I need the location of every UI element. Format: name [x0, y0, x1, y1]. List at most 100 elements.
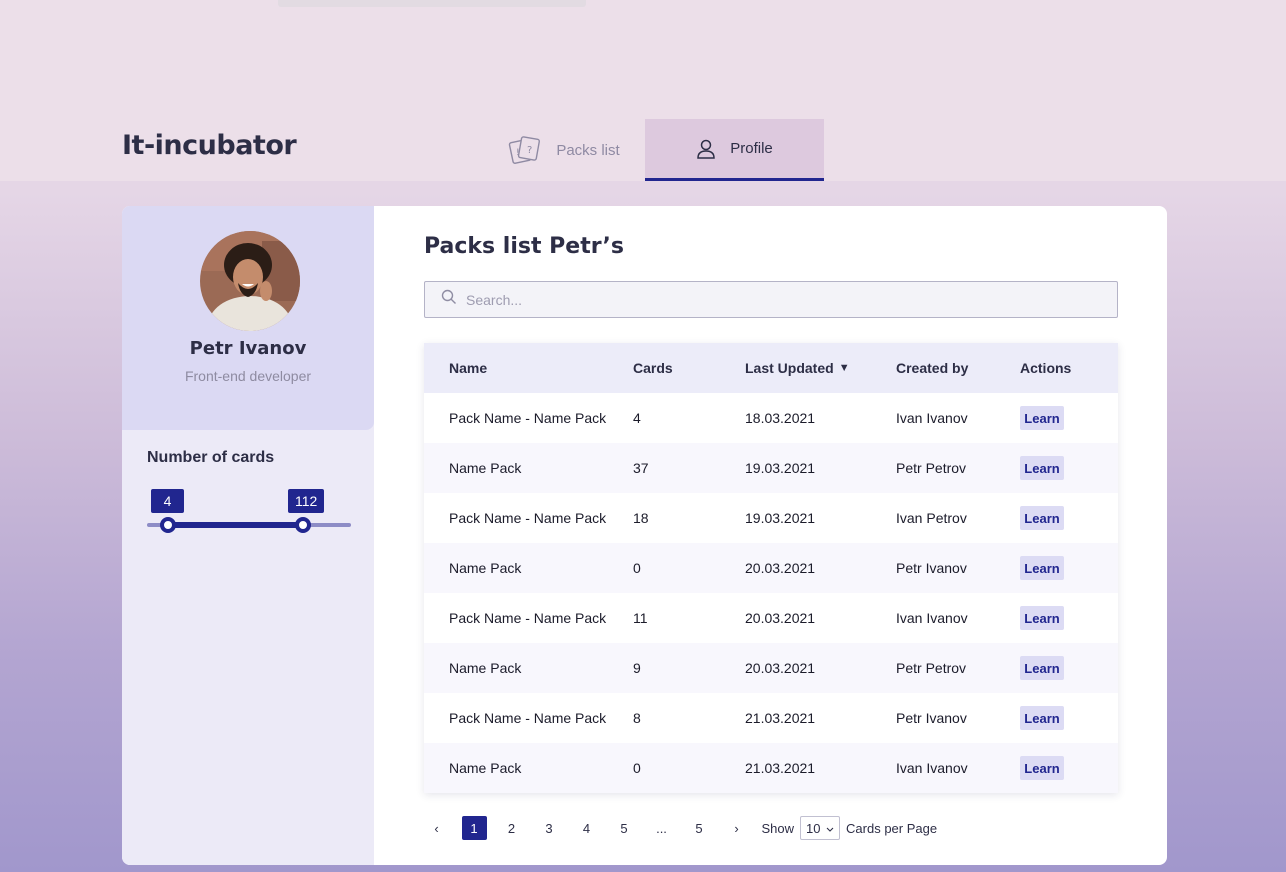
slider-min-value: 4 [151, 489, 184, 513]
header-created-by[interactable]: Created by [896, 360, 1020, 376]
cell-created-by: Petr Petrov [896, 660, 967, 676]
page-ellipsis: ... [656, 820, 667, 836]
cell-cards: 8 [633, 710, 641, 726]
slider-fill [168, 522, 303, 528]
learn-button[interactable]: Learn [1020, 506, 1064, 530]
per-page-label: Cards per Page [846, 820, 938, 836]
cell-cards: 0 [633, 560, 641, 576]
header-last-updated[interactable]: Last Updated ▼ [745, 360, 896, 376]
svg-text:?: ? [527, 145, 532, 156]
svg-text:!: ! [516, 148, 520, 158]
header-name[interactable]: Name [424, 360, 633, 376]
learn-button[interactable]: Learn [1020, 706, 1064, 730]
table-row: Pack Name - Name Pack 8 21.03.2021 Petr … [424, 693, 1118, 743]
profile-box: Petr Ivanov Front-end developer [122, 206, 374, 430]
profile-name: Petr Ivanov [189, 338, 307, 359]
cell-name: Pack Name - Name Pack [449, 510, 607, 526]
cell-cards: 37 [633, 460, 649, 476]
slider-max-value: 112 [288, 489, 325, 513]
cell-cards: 4 [633, 410, 641, 426]
main-panel: Packs list Petr’s Name Cards Last Update… [374, 206, 1167, 865]
tab-profile[interactable]: Profile [645, 119, 824, 181]
cards-range-slider[interactable]: 4 112 [147, 486, 351, 536]
cell-name: Name Pack [449, 560, 522, 576]
pagination: ‹ 1 2 3 4 5 ... 5 › Show 10 Cards per Pa… [424, 816, 937, 840]
sort-down-icon[interactable]: ▼ [839, 362, 850, 374]
learn-button[interactable]: Learn [1020, 606, 1064, 630]
top-strip [278, 0, 586, 7]
page-button-5[interactable]: 5 [612, 816, 637, 840]
user-icon [696, 138, 716, 160]
table-row: Pack Name - Name Pack 11 20.03.2021 Ivan… [424, 593, 1118, 643]
table-row: Name Pack 37 19.03.2021 Petr Petrov Lear… [424, 443, 1118, 493]
sidebar: Petr Ivanov Front-end developer Number o… [122, 206, 374, 865]
header-cards[interactable]: Cards [633, 360, 745, 376]
cell-updated: 20.03.2021 [745, 660, 816, 676]
tab-packs-list[interactable]: ? ! Packs list [485, 119, 643, 181]
per-page-value: 10 [806, 820, 821, 836]
table-row: Name Pack 0 21.03.2021 Ivan Ivanov Learn [424, 743, 1118, 793]
cell-updated: 20.03.2021 [745, 610, 816, 626]
cell-name: Pack Name - Name Pack [449, 410, 607, 426]
cell-updated: 19.03.2021 [745, 460, 816, 476]
chevron-down-icon [826, 821, 834, 836]
cell-created-by: Ivan Petrov [896, 510, 967, 526]
cell-name: Name Pack [449, 460, 522, 476]
learn-button[interactable]: Learn [1020, 456, 1064, 480]
show-label: Show [761, 820, 795, 836]
profile-role: Front-end developer [184, 368, 312, 384]
cell-updated: 19.03.2021 [745, 510, 816, 526]
table-row: Name Pack 9 20.03.2021 Petr Petrov Learn [424, 643, 1118, 693]
cell-name: Name Pack [449, 760, 522, 776]
page-button-3[interactable]: 3 [537, 816, 562, 840]
slider-min-handle[interactable] [160, 517, 176, 533]
page-title: Packs list Petr’s [424, 234, 624, 259]
cards-icon: ? ! [508, 136, 542, 164]
cell-updated: 21.03.2021 [745, 710, 816, 726]
cell-name: Name Pack [449, 660, 522, 676]
learn-button[interactable]: Learn [1020, 656, 1064, 680]
learn-button[interactable]: Learn [1020, 406, 1064, 430]
header-last-updated-label: Last Updated [745, 360, 834, 376]
cell-cards: 11 [633, 610, 648, 626]
page-button-1[interactable]: 1 [461, 816, 487, 840]
cell-updated: 18.03.2021 [745, 410, 816, 426]
table-row: Name Pack 0 20.03.2021 Petr Ivanov Learn [424, 543, 1118, 593]
header-actions: Actions [1020, 360, 1072, 376]
cell-name: Pack Name - Name Pack [449, 610, 607, 626]
search-box[interactable] [424, 281, 1118, 318]
avatar [200, 231, 300, 331]
cell-created-by: Petr Ivanov [896, 560, 967, 576]
packs-table: Name Cards Last Updated ▼ Created by Act… [424, 343, 1118, 793]
table-header: Name Cards Last Updated ▼ Created by Act… [424, 343, 1118, 393]
slider-max-handle[interactable] [295, 517, 311, 533]
cell-cards: 18 [633, 510, 649, 526]
page-button-4[interactable]: 4 [574, 816, 599, 840]
next-page-button[interactable]: › [724, 816, 749, 840]
cell-created-by: Petr Petrov [896, 460, 967, 476]
tab-profile-label: Profile [730, 140, 773, 157]
page-button-2[interactable]: 2 [499, 816, 524, 840]
cell-cards: 9 [633, 660, 641, 676]
cell-cards: 0 [633, 760, 641, 776]
app-logo: It-incubator [122, 130, 297, 161]
cell-created-by: Ivan Ivanov [896, 760, 968, 776]
table-row: Pack Name - Name Pack 18 19.03.2021 Ivan… [424, 493, 1118, 543]
search-icon [441, 289, 457, 310]
learn-button[interactable]: Learn [1020, 756, 1064, 780]
cell-created-by: Petr Ivanov [896, 710, 967, 726]
cell-updated: 21.03.2021 [745, 760, 816, 776]
cell-created-by: Ivan Ivanov [896, 610, 968, 626]
search-input[interactable] [466, 291, 1066, 308]
tab-packs-list-label: Packs list [556, 141, 620, 159]
cell-updated: 20.03.2021 [745, 560, 816, 576]
cell-created-by: Ivan Ivanov [896, 410, 968, 426]
prev-page-button[interactable]: ‹ [424, 816, 449, 840]
number-of-cards-title: Number of cards [147, 449, 275, 466]
cell-name: Pack Name - Name Pack [449, 710, 607, 726]
page-button-last[interactable]: 5 [687, 816, 712, 840]
table-row: Pack Name - Name Pack 4 18.03.2021 Ivan … [424, 393, 1118, 443]
content-card: Petr Ivanov Front-end developer Number o… [122, 206, 1167, 865]
learn-button[interactable]: Learn [1020, 556, 1064, 580]
per-page-select[interactable]: 10 [800, 816, 841, 840]
